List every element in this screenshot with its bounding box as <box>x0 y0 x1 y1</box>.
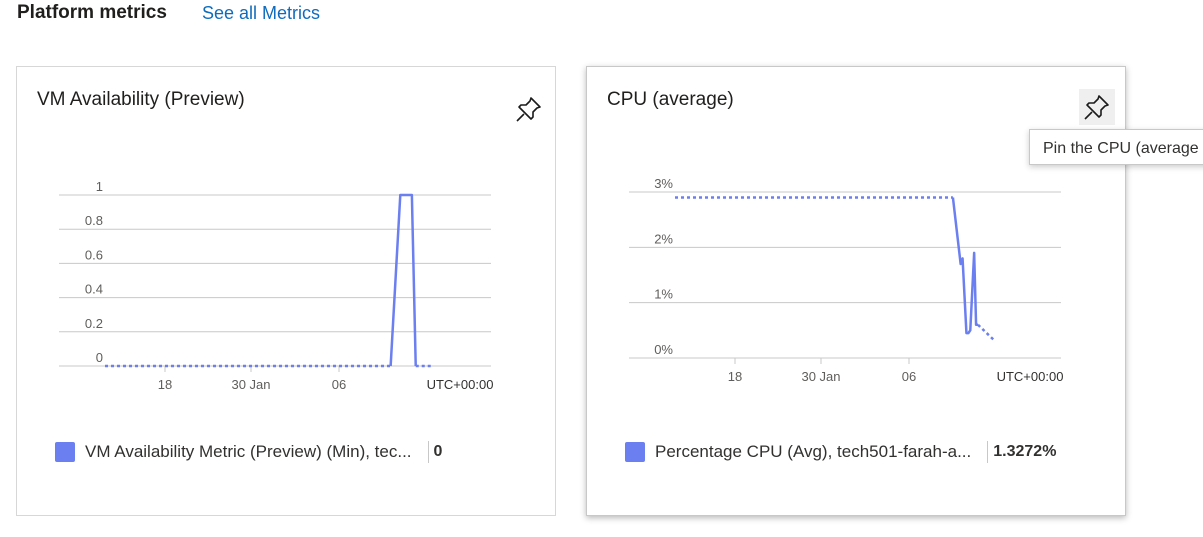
timezone-label: UTC+00:00 <box>427 377 494 392</box>
legend-swatch <box>55 442 75 462</box>
y-tick-label: 0% <box>654 342 673 357</box>
series-line <box>951 197 979 335</box>
chart-legend[interactable]: VM Availability Metric (Preview) (Min), … <box>55 441 442 463</box>
legend-label: VM Availability Metric (Preview) (Min), … <box>85 442 412 461</box>
series-line <box>389 193 417 367</box>
legend-value: 0 <box>433 443 443 460</box>
x-tick-label: 06 <box>332 377 346 392</box>
y-tick-label: 0.6 <box>85 247 103 262</box>
legend-label: Percentage CPU (Avg), tech501-farah-a... <box>655 442 972 461</box>
vm-availability-chart: 1 0.8 0.6 0.4 0.2 0 18 30 Jan 06 UTC+00:00 <box>59 179 494 392</box>
legend-divider <box>987 441 989 463</box>
x-tick-label: 18 <box>728 369 742 384</box>
y-tick-label: 0 <box>96 350 103 365</box>
x-tick-label: 06 <box>902 369 916 384</box>
x-tick-label: 30 Jan <box>801 369 840 384</box>
y-tick-label: 3% <box>654 176 673 191</box>
legend-swatch <box>625 442 645 462</box>
cpu-average-chart: 3% 2% 1% 0% 18 30 Jan 06 UTC+00:00 <box>629 176 1064 384</box>
series-dotted-tail <box>977 323 997 343</box>
y-tick-label: 1 <box>96 179 103 194</box>
page-title: Platform metrics <box>17 2 167 23</box>
y-tick-label: 0.8 <box>85 213 103 228</box>
see-all-metrics-link[interactable]: See all Metrics <box>202 3 320 24</box>
y-tick-label: 0.4 <box>85 282 103 297</box>
pin-tooltip: Pin the CPU (average <box>1029 129 1203 165</box>
section-header: Platform metrics See all Metrics <box>17 0 320 26</box>
y-tick-label: 2% <box>654 231 673 246</box>
timezone-label: UTC+00:00 <box>997 369 1064 384</box>
chart-legend[interactable]: Percentage CPU (Avg), tech501-farah-a...… <box>625 441 1056 463</box>
vm-availability-card[interactable]: VM Availability (Preview) 1 0.8 0.6 0.4 0.2 0… <box>16 66 556 516</box>
x-tick-label: 30 Jan <box>231 377 270 392</box>
y-tick-label: 0.2 <box>85 316 103 331</box>
y-tick-label: 1% <box>654 287 673 302</box>
legend-divider <box>427 441 429 463</box>
legend-value: 1.3272% <box>993 443 1057 460</box>
x-tick-label: 18 <box>158 377 172 392</box>
